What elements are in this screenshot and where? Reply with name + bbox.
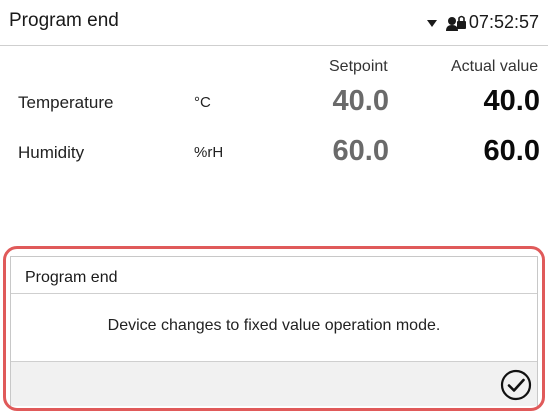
user-lock-icon[interactable] xyxy=(445,12,467,32)
temperature-setpoint[interactable]: 40.0 xyxy=(269,85,389,118)
page-title: Program end xyxy=(9,10,119,31)
humidity-actual-value: 60.0 xyxy=(483,135,540,167)
dialog-title: Program end xyxy=(25,269,118,286)
clock-time: 07:52:57 xyxy=(468,11,539,32)
setpoint-column-header: Setpoint xyxy=(329,58,388,75)
humidity-setpoint[interactable]: 60.0 xyxy=(269,135,389,168)
controller-screen: Program end 07:52:57 Setpoint Actual val… xyxy=(0,0,548,415)
check-circle-icon[interactable] xyxy=(500,369,532,401)
humidity-label: Humidity xyxy=(18,143,85,162)
status-bar: Program end 07:52:57 xyxy=(0,0,548,46)
program-end-dialog: Program end Device changes to fixed valu… xyxy=(10,256,538,406)
temperature-unit: °C xyxy=(194,94,211,111)
humidity-unit: %rH xyxy=(194,144,224,161)
chevron-down-icon[interactable] xyxy=(426,19,437,27)
temperature-actual-value: 40.0 xyxy=(483,85,540,117)
dialog-footer xyxy=(11,361,537,406)
dialog-message: Device changes to fixed value operation … xyxy=(107,317,441,334)
temperature-label: Temperature xyxy=(18,93,114,112)
status-indicators: 07:52:57 xyxy=(426,9,539,35)
dialog-divider xyxy=(11,293,537,294)
actual-value-column-header: Actual value xyxy=(451,58,539,75)
